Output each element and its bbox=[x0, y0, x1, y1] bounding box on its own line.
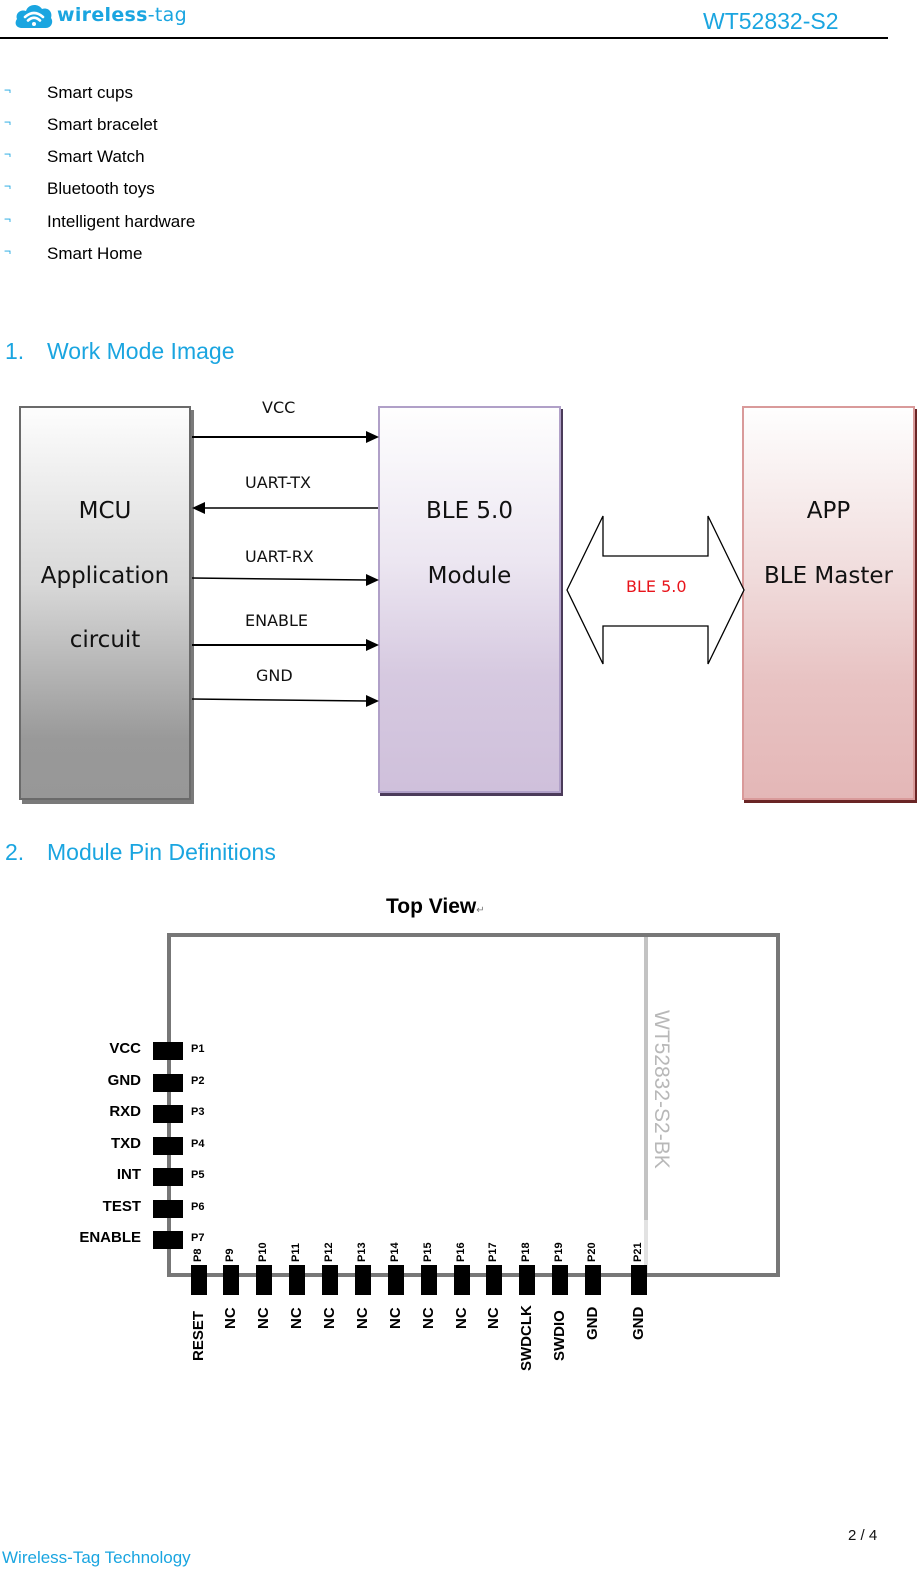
pin-pad bbox=[585, 1265, 601, 1295]
pin-function-label: SWDIO bbox=[551, 1309, 568, 1361]
pin-pad bbox=[486, 1265, 502, 1295]
module-outline bbox=[167, 933, 780, 1277]
pin-function-label: ENABLE bbox=[79, 1229, 141, 1246]
pin-number-label: P8 bbox=[192, 1248, 204, 1262]
pin-function-label: GND bbox=[107, 1071, 141, 1089]
pin-number-label: P12 bbox=[323, 1242, 335, 1262]
pin-pad bbox=[153, 1042, 183, 1060]
pin-function-label: NC bbox=[420, 1307, 437, 1329]
pin-number-label: P15 bbox=[422, 1242, 434, 1262]
pin-function-label: SWDCLK bbox=[518, 1305, 535, 1371]
pin-function-label: NC bbox=[387, 1307, 404, 1329]
pin-function-label: VCC bbox=[109, 1040, 141, 1057]
pin-number-label: P9 bbox=[224, 1248, 236, 1262]
pin-pad bbox=[153, 1073, 183, 1092]
pin-number-label: P5 bbox=[191, 1169, 205, 1181]
pin-pad bbox=[388, 1265, 404, 1295]
pin-function-label: INT bbox=[116, 1166, 141, 1183]
pin-pad bbox=[421, 1265, 437, 1295]
pin-function-label: TXD bbox=[111, 1134, 141, 1152]
pin-pad bbox=[322, 1265, 338, 1295]
module-body-outline bbox=[167, 933, 780, 1277]
module-marking: WT52832-S2-BK bbox=[650, 1010, 673, 1169]
pin-number-label: P11 bbox=[290, 1243, 302, 1262]
pin-number-label: P20 bbox=[586, 1242, 598, 1262]
pin-number-label: P21 bbox=[632, 1242, 644, 1262]
pin-pad bbox=[223, 1265, 239, 1295]
pin-number-label: P18 bbox=[520, 1242, 532, 1262]
pin-pad bbox=[153, 1168, 183, 1186]
pin-function-label: TEST bbox=[102, 1197, 141, 1215]
pin-function-label: NC bbox=[354, 1307, 371, 1329]
pin-pad bbox=[289, 1265, 305, 1295]
pin-number-label: P4 bbox=[191, 1137, 205, 1150]
pin-function-label: GND bbox=[630, 1306, 647, 1340]
pin-pad bbox=[153, 1199, 183, 1218]
pin-pad bbox=[355, 1265, 371, 1295]
pin-pad bbox=[256, 1265, 272, 1295]
pin-pad bbox=[454, 1265, 470, 1295]
pin-number-label: P16 bbox=[455, 1242, 467, 1262]
pin-number-label: P2 bbox=[191, 1074, 205, 1087]
pin-pad bbox=[153, 1136, 183, 1155]
pin-number-label: P14 bbox=[389, 1242, 401, 1262]
pin-function-label: NC bbox=[485, 1307, 502, 1329]
pin-pad bbox=[153, 1231, 183, 1249]
pin-pad bbox=[552, 1265, 568, 1295]
pin-function-label: RXD bbox=[109, 1103, 141, 1120]
pin-number-label: P3 bbox=[191, 1106, 205, 1118]
pin-number-label: P7 bbox=[191, 1232, 205, 1244]
pin-function-label: RESET bbox=[190, 1310, 207, 1361]
pin-pad bbox=[519, 1265, 535, 1295]
pin-function-label: NC bbox=[255, 1307, 272, 1329]
pin-number-label: P1 bbox=[191, 1043, 205, 1055]
page-number: 2 / 4 bbox=[848, 1527, 878, 1544]
pin-function-label: NC bbox=[321, 1307, 338, 1329]
pin-number-label: P6 bbox=[191, 1200, 205, 1213]
pin-function-label: GND bbox=[584, 1306, 601, 1340]
footer-company: Wireless-Tag Technology bbox=[2, 1548, 191, 1567]
pin-pad bbox=[153, 1105, 183, 1123]
pin-number-label: P17 bbox=[487, 1242, 499, 1262]
pin-function-label: NC bbox=[222, 1307, 239, 1329]
pin-function-label: NC bbox=[288, 1307, 305, 1329]
pin-number-label: P19 bbox=[553, 1242, 565, 1262]
pin-function-label: NC bbox=[453, 1307, 470, 1329]
pin-number-label: P13 bbox=[356, 1242, 368, 1262]
pin-pad bbox=[631, 1265, 647, 1295]
pin-number-label: P10 bbox=[257, 1242, 269, 1262]
pin-pad bbox=[191, 1265, 207, 1295]
